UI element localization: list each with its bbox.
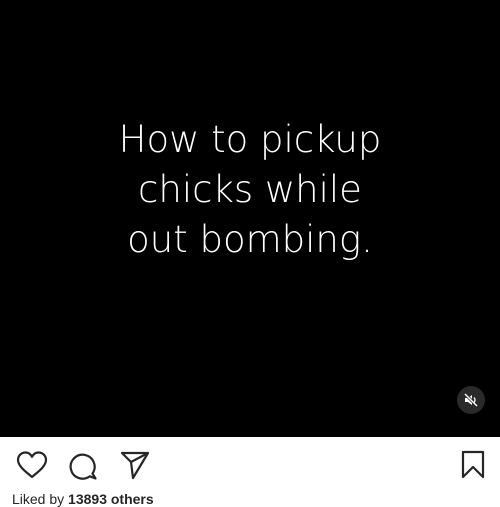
caption-line: chicks while bbox=[138, 168, 362, 211]
likes-summary: Liked by 13893 others bbox=[12, 491, 154, 507]
mute-toggle-button[interactable] bbox=[457, 386, 485, 414]
heart-icon bbox=[16, 451, 48, 479]
likes-prefix: Liked by bbox=[12, 491, 69, 507]
comment-icon bbox=[69, 453, 97, 480]
like-button[interactable] bbox=[16, 451, 48, 484]
speaker-muted-icon bbox=[463, 392, 479, 408]
video-caption: How to pickup chicks while out bombing. bbox=[0, 115, 500, 265]
likes-count-link[interactable]: 13893 others bbox=[68, 491, 154, 507]
post-action-bar bbox=[0, 437, 500, 489]
paper-plane-icon bbox=[120, 451, 150, 480]
caption-line: How to pickup bbox=[118, 118, 382, 161]
caption-line: out bombing. bbox=[127, 218, 373, 261]
post-video[interactable]: How to pickup chicks while out bombing. bbox=[0, 0, 500, 437]
share-button[interactable] bbox=[120, 450, 150, 485]
save-button[interactable] bbox=[460, 450, 486, 485]
comment-button[interactable] bbox=[68, 451, 98, 486]
bookmark-icon bbox=[461, 450, 485, 479]
